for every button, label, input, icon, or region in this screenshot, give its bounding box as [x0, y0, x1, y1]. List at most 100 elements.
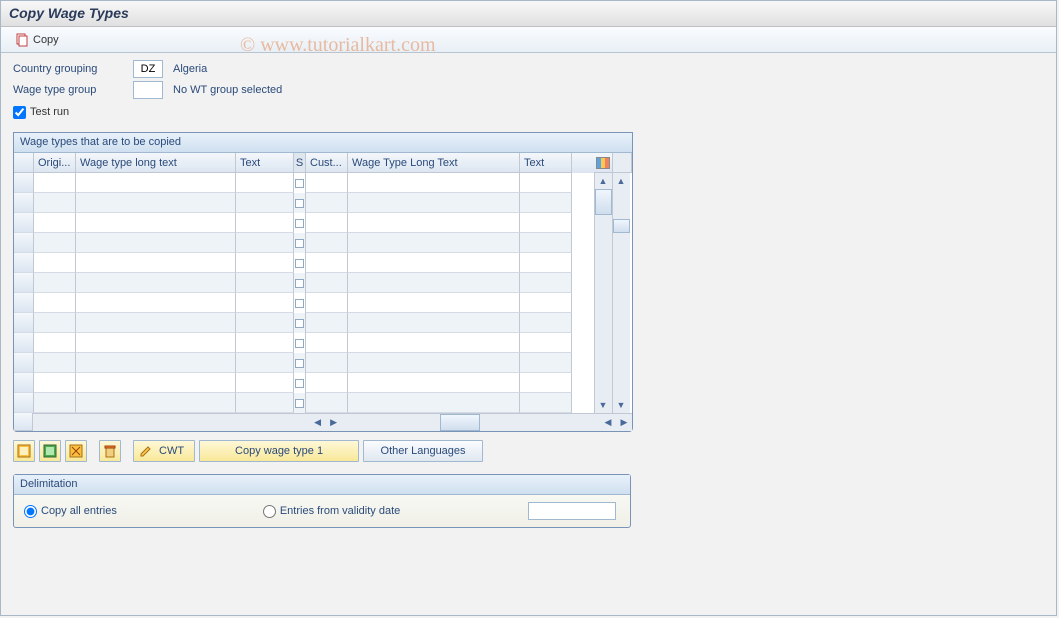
- row-selector[interactable]: [14, 213, 34, 233]
- s-checkbox[interactable]: [295, 219, 304, 228]
- cell-origi[interactable]: [34, 233, 76, 253]
- cell-wage-long[interactable]: [76, 273, 236, 293]
- cell-cust[interactable]: [306, 293, 348, 313]
- row-selector[interactable]: [14, 293, 34, 313]
- cell-wage-long2[interactable]: [348, 193, 520, 213]
- table-row[interactable]: [14, 173, 594, 193]
- row-selector-header[interactable]: [14, 153, 34, 173]
- row-selector[interactable]: [14, 193, 34, 213]
- cell-text2[interactable]: [520, 313, 572, 333]
- copy-all-entries-radio[interactable]: Copy all entries: [24, 505, 117, 518]
- cell-text[interactable]: [236, 233, 294, 253]
- s-checkbox[interactable]: [295, 299, 304, 308]
- s-checkbox[interactable]: [295, 199, 304, 208]
- cell-origi[interactable]: [34, 353, 76, 373]
- cell-wage-long2[interactable]: [348, 393, 520, 413]
- cell-wage-long2[interactable]: [348, 373, 520, 393]
- cell-s[interactable]: [294, 173, 306, 193]
- cell-text[interactable]: [236, 293, 294, 313]
- table-row[interactable]: [14, 333, 594, 353]
- cell-s[interactable]: [294, 213, 306, 233]
- cell-cust[interactable]: [306, 373, 348, 393]
- cell-wage-long2[interactable]: [348, 173, 520, 193]
- cell-s[interactable]: [294, 393, 306, 413]
- cell-wage-long[interactable]: [76, 393, 236, 413]
- row-selector[interactable]: [14, 273, 34, 293]
- cell-wage-long2[interactable]: [348, 313, 520, 333]
- cell-text2[interactable]: [520, 173, 572, 193]
- cell-wage-long2[interactable]: [348, 273, 520, 293]
- s-checkbox[interactable]: [295, 179, 304, 188]
- s-checkbox[interactable]: [295, 399, 304, 408]
- s-checkbox[interactable]: [295, 239, 304, 248]
- cell-wage-long2[interactable]: [348, 213, 520, 233]
- validity-date-input[interactable]: [528, 502, 616, 520]
- cell-text[interactable]: [236, 373, 294, 393]
- scroll-down-arrow-2[interactable]: ▼: [613, 397, 629, 413]
- cell-wage-long[interactable]: [76, 313, 236, 333]
- cell-text2[interactable]: [520, 273, 572, 293]
- row-selector[interactable]: [14, 233, 34, 253]
- cell-wage-long[interactable]: [76, 353, 236, 373]
- cell-text2[interactable]: [520, 233, 572, 253]
- col-cust[interactable]: Cust...: [306, 153, 348, 173]
- copy-button[interactable]: Copy: [9, 31, 65, 49]
- s-checkbox[interactable]: [295, 259, 304, 268]
- cell-text[interactable]: [236, 393, 294, 413]
- table-row[interactable]: [14, 213, 594, 233]
- cwt-button[interactable]: CWT: [133, 440, 195, 462]
- table-row[interactable]: [14, 253, 594, 273]
- cell-origi[interactable]: [34, 333, 76, 353]
- s-checkbox[interactable]: [295, 379, 304, 388]
- cell-wage-long[interactable]: [76, 253, 236, 273]
- cell-cust[interactable]: [306, 333, 348, 353]
- cell-origi[interactable]: [34, 293, 76, 313]
- cell-wage-long2[interactable]: [348, 333, 520, 353]
- cell-s[interactable]: [294, 313, 306, 333]
- table-row[interactable]: [14, 193, 594, 213]
- cell-cust[interactable]: [306, 233, 348, 253]
- cell-text2[interactable]: [520, 293, 572, 313]
- cell-origi[interactable]: [34, 213, 76, 233]
- cell-wage-long[interactable]: [76, 333, 236, 353]
- row-selector[interactable]: [14, 393, 34, 413]
- cell-origi[interactable]: [34, 373, 76, 393]
- cell-wage-long2[interactable]: [348, 253, 520, 273]
- cell-text2[interactable]: [520, 333, 572, 353]
- cell-s[interactable]: [294, 253, 306, 273]
- country-grouping-input[interactable]: [133, 60, 163, 78]
- cell-wage-long[interactable]: [76, 293, 236, 313]
- col-origi[interactable]: Origi...: [34, 153, 76, 173]
- cell-text2[interactable]: [520, 253, 572, 273]
- cell-origi[interactable]: [34, 273, 76, 293]
- col-s[interactable]: S: [294, 153, 306, 173]
- entries-from-radio-input[interactable]: [263, 505, 276, 518]
- vscroll-track-2[interactable]: [613, 189, 630, 397]
- cell-text[interactable]: [236, 213, 294, 233]
- col-text2[interactable]: Text: [520, 153, 572, 173]
- table-row[interactable]: [14, 373, 594, 393]
- cell-wage-long2[interactable]: [348, 233, 520, 253]
- cell-text2[interactable]: [520, 373, 572, 393]
- s-checkbox[interactable]: [295, 319, 304, 328]
- cell-wage-long[interactable]: [76, 173, 236, 193]
- scroll-left-arrow-2[interactable]: ◀: [600, 414, 616, 430]
- scroll-down-arrow[interactable]: ▼: [595, 397, 611, 413]
- cell-cust[interactable]: [306, 273, 348, 293]
- cell-s[interactable]: [294, 293, 306, 313]
- table-config-button[interactable]: [594, 153, 613, 173]
- cell-s[interactable]: [294, 373, 306, 393]
- cell-cust[interactable]: [306, 353, 348, 373]
- row-selector[interactable]: [14, 313, 34, 333]
- s-checkbox[interactable]: [295, 339, 304, 348]
- cell-text[interactable]: [236, 313, 294, 333]
- cell-text[interactable]: [236, 273, 294, 293]
- scroll-up-arrow-2[interactable]: ▲: [613, 173, 629, 189]
- copy-wage-type-1-button[interactable]: Copy wage type 1: [199, 440, 359, 462]
- cell-cust[interactable]: [306, 173, 348, 193]
- cell-text2[interactable]: [520, 393, 572, 413]
- cell-wage-long2[interactable]: [348, 353, 520, 373]
- cell-text2[interactable]: [520, 353, 572, 373]
- select-block-button[interactable]: [39, 440, 61, 462]
- cell-s[interactable]: [294, 193, 306, 213]
